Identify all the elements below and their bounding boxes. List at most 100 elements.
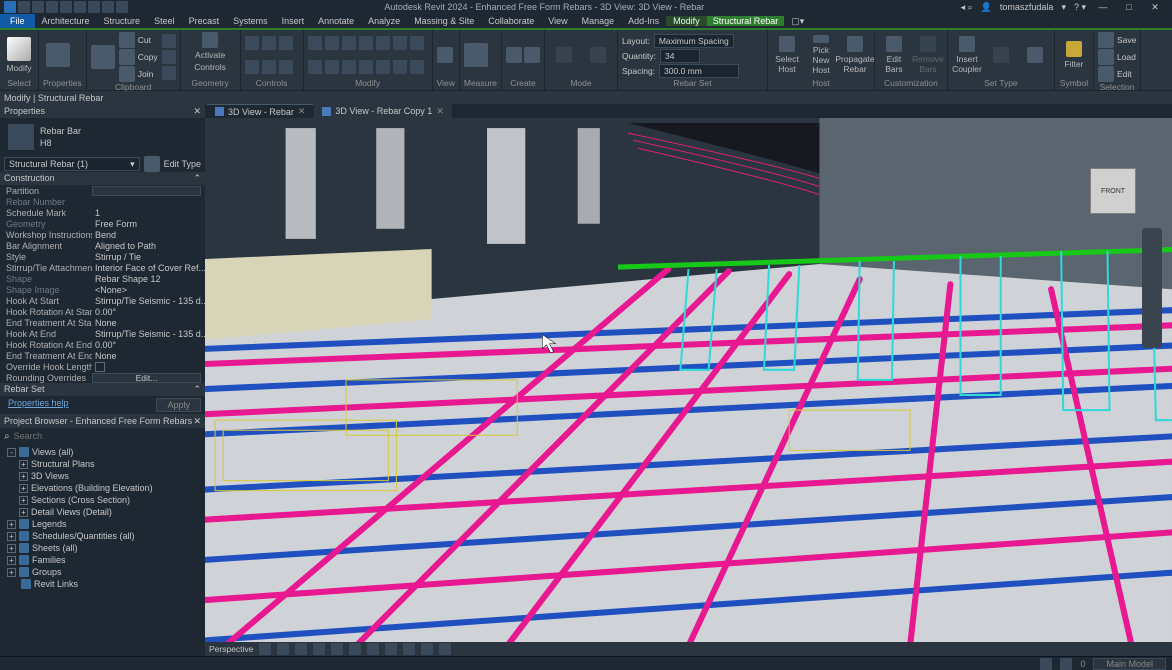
mod-icon-11[interactable] [359,60,373,74]
prop-row[interactable]: Schedule Mark1 [0,207,205,218]
filter-tool[interactable]: Filter [1059,35,1089,75]
tree-toggle[interactable]: + [19,508,28,517]
split-icon[interactable] [162,66,176,80]
vcb-temp-icon[interactable] [439,643,451,655]
vcb-render-icon[interactable] [349,643,361,655]
mod-icon-10[interactable] [342,60,356,74]
type-filter-icon[interactable] [144,156,160,172]
user-name[interactable]: tomaszfudala [1000,2,1054,12]
tree-node[interactable]: +Sections (Cross Section) [0,494,205,506]
mod-icon-3[interactable] [342,36,356,50]
tree-toggle[interactable]: + [19,484,28,493]
move-icon[interactable] [245,60,259,74]
sel-save[interactable]: Save [1098,32,1136,48]
tree-node[interactable]: +Legends [0,518,205,530]
viewport-3d[interactable]: FRONT [205,118,1172,642]
close-button[interactable]: ✕ [1146,1,1164,13]
file-menu[interactable]: File [0,14,35,28]
menu-collaborate[interactable]: Collaborate [481,16,541,26]
type-selector[interactable]: Structural Rebar (1)▾ [4,157,140,171]
menu-precast[interactable]: Precast [182,16,227,26]
prop-row[interactable]: ShapeRebar Shape 12 [0,273,205,284]
qat-dropdown-icon[interactable] [116,1,128,13]
edit-sketch[interactable] [549,35,579,75]
menu-manage[interactable]: Manage [575,16,622,26]
edit-type-button[interactable]: Edit Type [164,159,201,169]
tree-toggle[interactable]: + [19,496,28,505]
minimize-button[interactable]: — [1094,1,1112,13]
properties-tool[interactable] [43,35,73,75]
tree-node[interactable]: -Views (all) [0,446,205,458]
vcb-reveal-icon[interactable] [421,643,433,655]
user-icon[interactable]: 👤 [981,2,992,13]
prop-row[interactable]: Partition [0,185,205,196]
browser-search-input[interactable] [14,431,201,441]
bending-detail[interactable] [1020,35,1050,75]
apply-button[interactable]: Apply [156,398,201,412]
view-tab-close[interactable]: ✕ [298,106,306,117]
tree-node[interactable]: +Sheets (all) [0,542,205,554]
mod-icon-7[interactable] [410,36,424,50]
mod-icon-9[interactable] [325,60,339,74]
vcb-detail-icon[interactable] [277,643,289,655]
tree-node[interactable]: +Groups [0,566,205,578]
menu-systems[interactable]: Systems [226,16,275,26]
menu-view[interactable]: View [541,16,574,26]
prop-row[interactable]: Override Hook Lengths [0,361,205,372]
trim-icon[interactable] [279,60,293,74]
insert-coupler[interactable]: Insert Coupler [952,35,982,75]
prop-value-field[interactable] [92,186,201,196]
sb-design-icon[interactable] [1060,658,1072,670]
vcb-sun-icon[interactable] [313,643,325,655]
mod-icon-6[interactable] [393,36,407,50]
prop-value-field[interactable]: Edit... [92,373,201,383]
sel-load[interactable]: Load [1098,49,1136,65]
prop-row[interactable]: End Treatment At EndNone [0,350,205,361]
prop-row[interactable]: Workshop InstructionsBend [0,229,205,240]
sb-model-selector[interactable]: Main Model [1093,658,1166,670]
sel-edit[interactable]: Edit [1098,66,1132,82]
modify-tool[interactable]: Modify [4,35,34,75]
sb-worksets-icon[interactable] [1040,658,1052,670]
menu-steel[interactable]: Steel [147,16,182,26]
mirror-icon[interactable] [279,36,293,50]
construction-section-header[interactable]: Construction⌃ [0,172,205,185]
mod-icon-4[interactable] [359,36,373,50]
prop-row[interactable]: Rebar Number [0,196,205,207]
menu-structuralrebar[interactable]: Structural Rebar [707,16,785,26]
qat-print-icon[interactable] [74,1,86,13]
properties-close[interactable]: ✕ [193,106,201,117]
qat-open-icon[interactable] [18,1,30,13]
vcb-hide-icon[interactable] [385,643,397,655]
menu-insert[interactable]: Insert [275,16,312,26]
tree-node[interactable]: +Elevations (Building Elevation) [0,482,205,494]
prop-row[interactable]: GeometryFree Form [0,218,205,229]
propagate-rebar[interactable]: Propagate Rebar [840,35,870,75]
help-icon[interactable]: ? ▾ [1074,2,1086,13]
edit-family[interactable] [583,35,613,75]
app-icon[interactable] [4,1,16,13]
mod-icon-1[interactable] [308,36,322,50]
tree-toggle[interactable]: + [7,544,16,553]
tree-toggle[interactable]: + [7,556,16,565]
tree-node[interactable]: +Schedules/Quantities (all) [0,530,205,542]
measure-icon[interactable] [464,43,488,67]
tree-node[interactable]: +Families [0,554,205,566]
menu-annotate[interactable]: Annotate [311,16,361,26]
tree-toggle[interactable]: + [7,568,16,577]
menu-addins[interactable]: Add-Ins [621,16,666,26]
mod-icon-8[interactable] [308,60,322,74]
ribbon-more[interactable]: ▢▾ [784,16,811,27]
tree-node[interactable]: Revit Links [0,578,205,590]
vcb-style-icon[interactable] [295,643,307,655]
tree-toggle[interactable]: + [7,520,16,529]
pick-new-host[interactable]: Pick New Host [806,35,836,75]
create-icon-2[interactable] [524,47,540,63]
menu-structure[interactable]: Structure [97,16,148,26]
search-indicator[interactable]: ◂ ⌕ [961,2,973,13]
create-icon-1[interactable] [506,47,522,63]
rebar-set-section-header[interactable]: Rebar Set⌃ [0,383,205,396]
menu-analyze[interactable]: Analyze [361,16,407,26]
activate-icon[interactable] [202,32,218,48]
properties-help-link[interactable]: Properties help [4,398,156,412]
